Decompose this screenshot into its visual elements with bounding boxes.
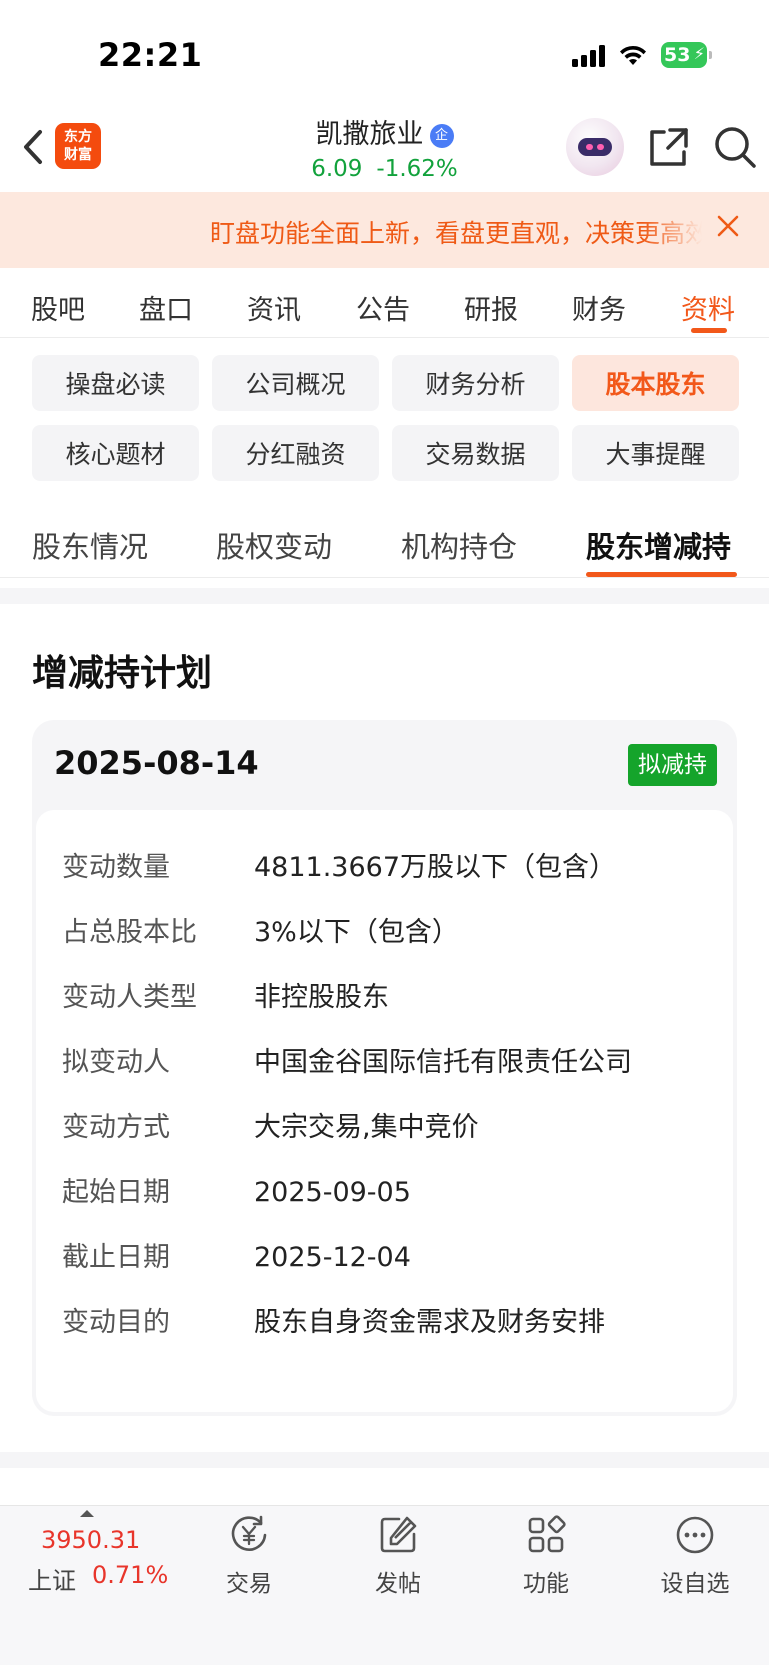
- tab-news[interactable]: 资讯: [247, 288, 301, 327]
- status-time: 22:21: [98, 36, 203, 74]
- holding-plan-card: 2025-08-14 拟减持 变动数量 4811.3667万股以下（包含） 占总…: [32, 720, 737, 1416]
- nav-add-watchlist-label: 设自选: [660, 1571, 730, 1597]
- section-divider: [0, 588, 769, 604]
- detail-label: 变动人类型: [62, 982, 197, 1013]
- yen-refresh-icon: [231, 1515, 267, 1551]
- nav-functions-button[interactable]: 功能: [491, 1514, 601, 1598]
- close-icon[interactable]: [714, 212, 742, 240]
- chip-core-themes[interactable]: 核心题材: [32, 425, 199, 481]
- detail-label: 起始日期: [62, 1177, 170, 1208]
- section-title: 增减持计划: [32, 653, 213, 694]
- stock-name: 凯撒旅业: [315, 119, 424, 150]
- detail-value: 2025-12-04: [254, 1242, 411, 1273]
- tab-guba[interactable]: 股吧: [31, 288, 85, 327]
- detail-label: 拟变动人: [62, 1047, 170, 1078]
- edit-icon: [380, 1516, 417, 1553]
- active-subtab-indicator: [586, 572, 737, 577]
- section-divider: [0, 1452, 769, 1468]
- stock-change-pct: -1.62%: [376, 156, 458, 182]
- chip-trading-data[interactable]: 交易数据: [392, 425, 559, 481]
- nav-trade-button[interactable]: 交易: [194, 1514, 304, 1598]
- plan-date: 2025-08-14: [54, 744, 259, 782]
- tab-finance[interactable]: 财务: [572, 288, 626, 327]
- app-header: 东方 财富 凯撒旅业企 6.09 -1.62%: [0, 100, 769, 192]
- sub-tabs: 股东情况 股权变动 机构持仓 股东增减持: [0, 500, 769, 578]
- ai-assistant-robot-icon[interactable]: [566, 118, 624, 176]
- tab-announcements[interactable]: 公告: [356, 288, 410, 327]
- battery-icon: 53 ⚡: [661, 42, 712, 68]
- detail-value: 非控股股东: [254, 982, 389, 1013]
- detail-label: 变动方式: [62, 1112, 170, 1143]
- subtab-shareholders[interactable]: 股东情况: [32, 524, 148, 566]
- battery-level: 53: [664, 44, 691, 66]
- banner-text: 盯盘功能全面上新，看盘更直观，决策更高效: [210, 219, 702, 248]
- tab-pankou[interactable]: 盘口: [139, 288, 193, 327]
- stock-price: 6.09: [311, 156, 363, 182]
- nav-post-button[interactable]: 发帖: [343, 1514, 453, 1598]
- active-tab-indicator: [691, 328, 727, 333]
- main-tabs: 股吧 盘口 资讯 公告 研报 财务 资料: [0, 268, 769, 338]
- wifi-icon: [620, 45, 646, 65]
- detail-label: 截止日期: [62, 1242, 170, 1273]
- tab-research[interactable]: 研报: [464, 288, 518, 327]
- status-bar: 22:21 53 ⚡: [0, 0, 769, 100]
- detail-value: 3%以下（包含）: [254, 917, 459, 948]
- tab-profile[interactable]: 资料: [681, 288, 735, 327]
- nav-add-watchlist-button[interactable]: 设自选: [640, 1514, 750, 1598]
- nav-post-label: 发帖: [375, 1571, 421, 1597]
- subtab-holding-changes[interactable]: 股东增减持: [586, 524, 731, 566]
- plan-details: 变动数量 4811.3667万股以下（包含） 占总股本比 3%以下（包含） 变动…: [36, 810, 733, 1412]
- detail-value: 2025-09-05: [254, 1177, 411, 1208]
- detail-value: 中国金谷国际信托有限责任公司: [254, 1047, 632, 1078]
- subtab-institutional-holdings[interactable]: 机构持仓: [401, 524, 517, 566]
- chip-company-overview[interactable]: 公司概况: [212, 355, 379, 411]
- search-icon[interactable]: [712, 124, 758, 170]
- bottom-bar: 3950.31 上证 0.71% 交易 发帖 功能 设自选: [0, 1505, 769, 1665]
- detail-value: 大宗交易,集中竞价: [254, 1112, 479, 1143]
- nav-functions-label: 功能: [523, 1571, 569, 1597]
- detail-value: 股东自身资金需求及财务安排: [254, 1307, 605, 1338]
- category-chips: 操盘必读 公司概况 财务分析 股本股东 核心题材 分红融资 交易数据 大事提醒: [32, 355, 739, 481]
- index-value: 3950.31: [41, 1526, 141, 1554]
- chip-dividends-financing[interactable]: 分红融资: [212, 425, 379, 481]
- detail-label: 变动目的: [62, 1307, 170, 1338]
- grid-icon: [528, 1515, 566, 1553]
- detail-label: 变动数量: [62, 852, 170, 883]
- status-icons: 53 ⚡: [572, 42, 712, 68]
- share-icon[interactable]: [648, 126, 690, 168]
- chip-share-capital-shareholders[interactable]: 股本股东: [572, 355, 739, 411]
- chip-trading-must-read[interactable]: 操盘必读: [32, 355, 199, 411]
- subtab-equity-changes[interactable]: 股权变动: [216, 524, 332, 566]
- detail-label: 占总股本比: [62, 917, 197, 948]
- promo-banner[interactable]: 盯盘功能全面上新，看盘更直观，决策更高效: [0, 192, 769, 268]
- chip-event-reminders[interactable]: 大事提醒: [572, 425, 739, 481]
- enterprise-badge-icon: 企: [429, 124, 454, 148]
- index-change-pct: 0.71%: [92, 1561, 169, 1589]
- cellular-signal-icon: [572, 43, 605, 67]
- more-icon: [676, 1516, 714, 1554]
- plan-type-badge: 拟减持: [628, 744, 717, 786]
- detail-value: 4811.3667万股以下（包含）: [254, 852, 617, 883]
- chip-financial-analysis[interactable]: 财务分析: [392, 355, 559, 411]
- index-name: 上证: [28, 1567, 76, 1595]
- nav-trade-label: 交易: [226, 1571, 272, 1597]
- expand-caret-icon[interactable]: [80, 1510, 94, 1517]
